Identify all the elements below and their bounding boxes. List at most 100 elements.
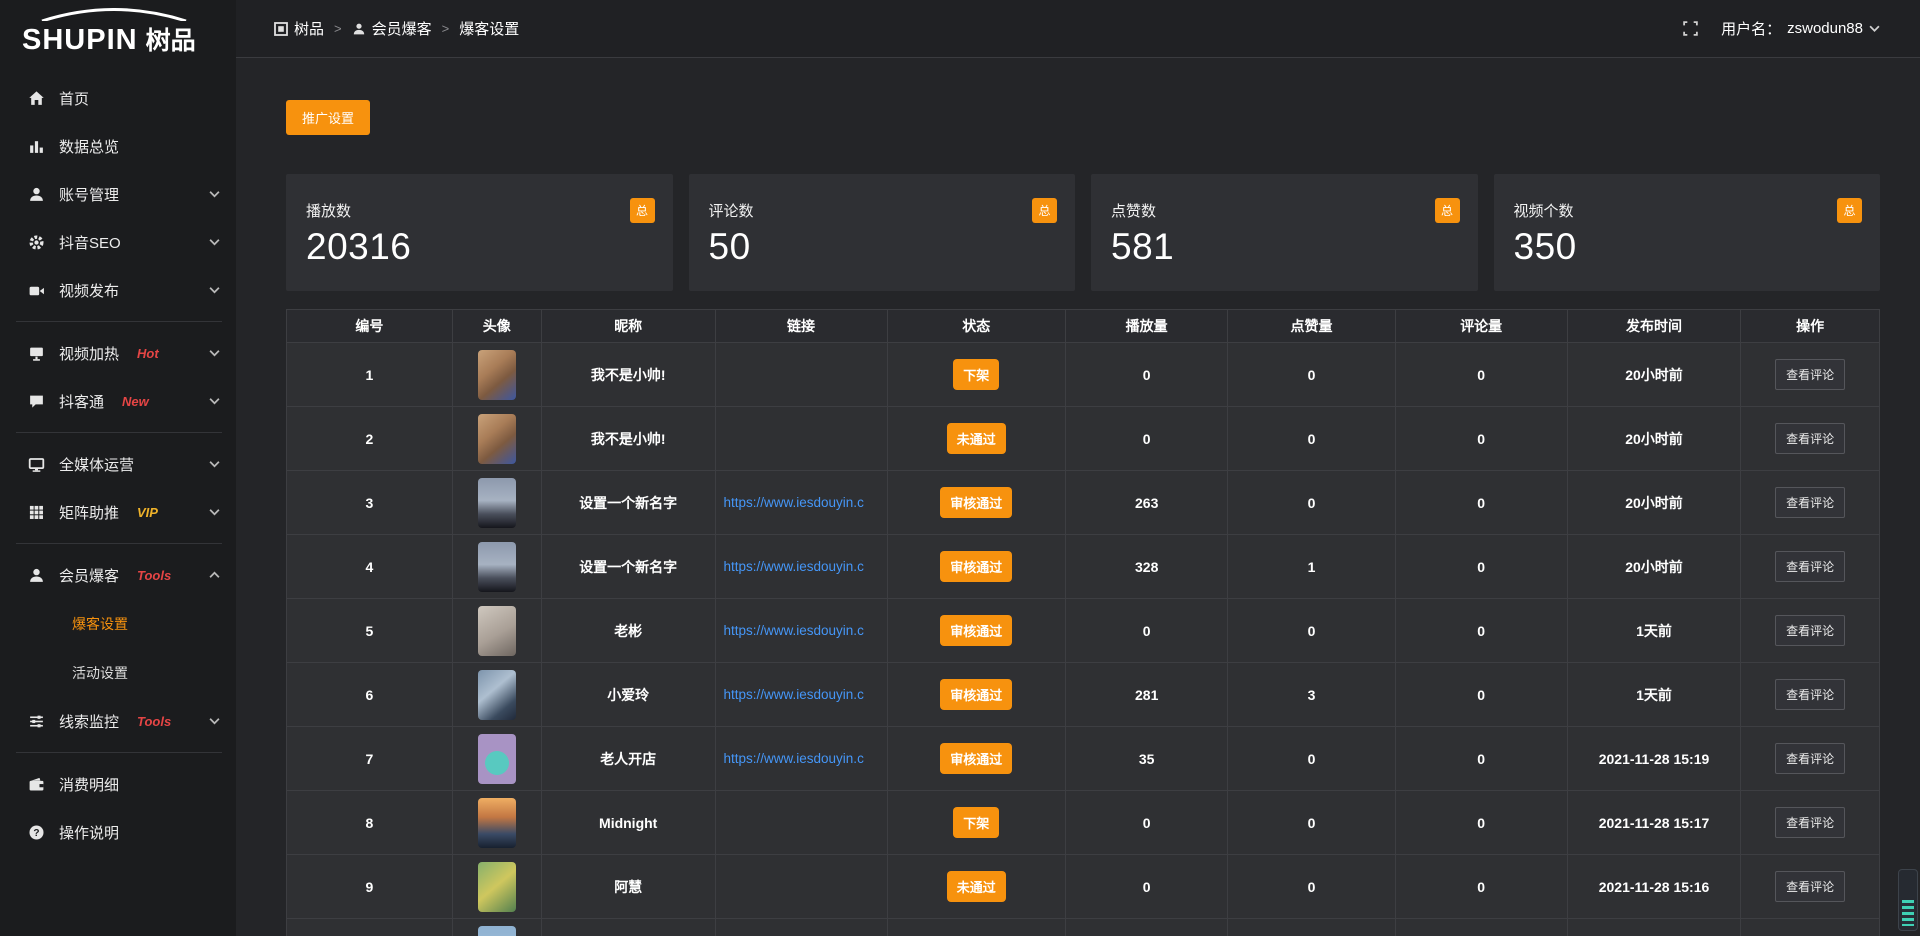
cell-status: 未通过 xyxy=(888,855,1066,919)
sidebar-item-12[interactable]: ?操作说明 xyxy=(0,808,236,856)
sidebar-item-5[interactable]: 视频加热Hot xyxy=(0,329,236,377)
cell-status: 审核通过 xyxy=(888,727,1066,791)
grid-square-icon xyxy=(274,22,288,36)
cell-status xyxy=(888,919,1066,936)
breadcrumb-item-0[interactable]: 树品 xyxy=(274,18,324,39)
sidebar-item-7[interactable]: 全媒体运营 xyxy=(0,440,236,488)
view-comments-button[interactable]: 查看评论 xyxy=(1775,615,1845,646)
sidebar-item-9[interactable]: 会员爆客Tools xyxy=(0,551,236,599)
table-body: 1我不是小帅!下架00020小时前查看评论2我不是小帅!未通过00020小时前查… xyxy=(287,343,1880,936)
sidebar-item-10[interactable]: 线索监控Tools xyxy=(0,697,236,745)
cell-link xyxy=(716,791,888,855)
status-badge: 审核通过 xyxy=(940,743,1012,774)
breadcrumb-item-2[interactable]: 爆客设置 xyxy=(459,18,519,39)
sidebar-divider xyxy=(16,752,222,753)
cell-actions: 查看评论 xyxy=(1741,343,1880,407)
chevron-down-icon xyxy=(209,718,220,725)
view-comments-button[interactable]: 查看评论 xyxy=(1775,551,1845,582)
sidebar-subitem-9-1[interactable]: 活动设置 xyxy=(0,648,236,697)
cell-avatar xyxy=(453,855,542,919)
breadcrumb-label: 爆客设置 xyxy=(459,18,519,39)
sidebar-item-tag: Tools xyxy=(137,568,171,583)
stat-value: 20316 xyxy=(306,226,653,268)
sidebar-item-1[interactable]: 数据总览 xyxy=(0,122,236,170)
chat-icon xyxy=(28,393,45,410)
avatar-image xyxy=(478,798,516,848)
chevron-down-icon xyxy=(209,461,220,468)
sidebar-item-4[interactable]: 视频发布 xyxy=(0,266,236,314)
sidebar-item-3[interactable]: 抖音SEO xyxy=(0,218,236,266)
sidebar-item-8[interactable]: 矩阵助推VIP xyxy=(0,488,236,536)
cell-actions: 查看评论 xyxy=(1741,599,1880,663)
cell-comments: 0 xyxy=(1396,727,1568,791)
cell-likes: 3 xyxy=(1228,663,1395,727)
cell-nickname: 老彬 xyxy=(542,599,716,663)
cell-nickname: 我不是小帅! xyxy=(542,343,716,407)
view-comments-button[interactable]: 查看评论 xyxy=(1775,679,1845,710)
sidebar-item-11[interactable]: 消费明细 xyxy=(0,760,236,808)
sidebar-item-6[interactable]: 抖客通New xyxy=(0,377,236,425)
user-menu[interactable]: 用户名：zswodun88 xyxy=(1721,18,1880,39)
sidebar-item-2[interactable]: 账号管理 xyxy=(0,170,236,218)
sidebar-item-label: 抖音SEO xyxy=(59,232,121,253)
breadcrumb: 树品>会员爆客>爆客设置 xyxy=(274,18,519,39)
fullscreen-icon[interactable] xyxy=(1682,20,1699,37)
status-badge: 审核通过 xyxy=(940,615,1012,646)
sidebar-item-label: 操作说明 xyxy=(59,822,119,843)
cell-plays: 0 xyxy=(1066,343,1228,407)
profile-link[interactable]: https://www.iesdouyin.c xyxy=(724,559,864,574)
view-comments-button[interactable]: 查看评论 xyxy=(1775,423,1845,454)
view-comments-button[interactable]: 查看评论 xyxy=(1775,807,1845,838)
profile-link[interactable]: https://www.iesdouyin.c xyxy=(724,687,864,702)
cell-likes xyxy=(1228,919,1395,936)
cell-comments: 0 xyxy=(1396,535,1568,599)
cell-actions: 查看评论 xyxy=(1741,855,1880,919)
cell-comments: 0 xyxy=(1396,407,1568,471)
cell-nickname xyxy=(542,919,716,936)
topbar-right: 用户名：zswodun88 xyxy=(1682,18,1880,39)
sliders-icon xyxy=(28,713,45,730)
header-cell-8: 发布时间 xyxy=(1568,310,1742,343)
cell-actions: 查看评论 xyxy=(1741,535,1880,599)
stat-card-1: 评论数50总 xyxy=(689,174,1076,291)
breadcrumb-separator: > xyxy=(334,21,342,36)
sidebar-menu: 首页数据总览账号管理抖音SEO 视频发布视频加热Hot抖客通New 全媒体运营矩阵助… xyxy=(0,74,236,856)
cell-nickname: 老人开店 xyxy=(542,727,716,791)
cell-publish-time: 20小时前 xyxy=(1568,535,1742,599)
status-badge: 下架 xyxy=(953,359,999,390)
view-comments-button[interactable]: 查看评论 xyxy=(1775,871,1845,902)
promo-settings-button[interactable]: 推广设置 xyxy=(286,100,370,135)
cell-status: 下架 xyxy=(888,343,1066,407)
cell-likes: 0 xyxy=(1228,343,1395,407)
sidebar-subitem-9-0[interactable]: 爆客设置 xyxy=(0,599,236,648)
cell-id: 8 xyxy=(287,791,453,855)
cell-publish-time xyxy=(1568,919,1742,936)
view-comments-button[interactable]: 查看评论 xyxy=(1775,743,1845,774)
view-comments-button[interactable]: 查看评论 xyxy=(1775,487,1845,518)
header-cell-3: 链接 xyxy=(716,310,888,343)
cell-plays: 35 xyxy=(1066,727,1228,791)
cell-link xyxy=(716,407,888,471)
cell-actions: 查看评论 xyxy=(1741,471,1880,535)
cell-plays: 0 xyxy=(1066,855,1228,919)
cell-actions: 查看评论 xyxy=(1741,663,1880,727)
cell-avatar xyxy=(453,343,542,407)
status-badge: 未通过 xyxy=(947,871,1006,902)
table-row-10 xyxy=(287,919,1880,936)
view-comments-button[interactable]: 查看评论 xyxy=(1775,359,1845,390)
cell-plays: 263 xyxy=(1066,471,1228,535)
cell-actions: 查看评论 xyxy=(1741,727,1880,791)
header-cell-1: 头像 xyxy=(453,310,542,343)
floating-widget[interactable] xyxy=(1898,869,1918,931)
stat-label: 评论数 xyxy=(709,200,1056,221)
sidebar-item-0[interactable]: 首页 xyxy=(0,74,236,122)
header-cell-5: 播放量 xyxy=(1066,310,1228,343)
profile-link[interactable]: https://www.iesdouyin.c xyxy=(724,495,864,510)
breadcrumb-item-1[interactable]: 会员爆客 xyxy=(352,18,432,39)
cell-plays: 281 xyxy=(1066,663,1228,727)
profile-link[interactable]: https://www.iesdouyin.c xyxy=(724,623,864,638)
cell-comments xyxy=(1396,919,1568,936)
cell-publish-time: 20小时前 xyxy=(1568,471,1742,535)
profile-link[interactable]: https://www.iesdouyin.c xyxy=(724,751,864,766)
brand-name: SHUPIN xyxy=(22,24,138,57)
